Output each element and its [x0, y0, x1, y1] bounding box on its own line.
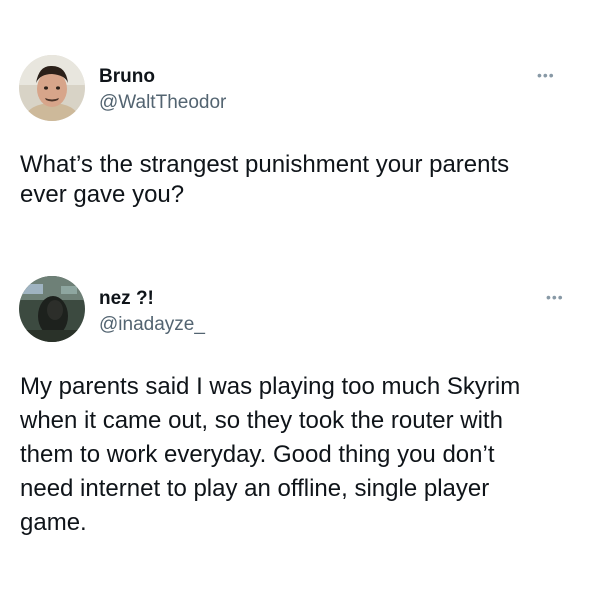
ellipsis-icon[interactable]: •••: [537, 68, 555, 82]
tweet-original: Bruno @WaltTheodor ••• What’s the strang…: [0, 0, 599, 230]
display-name[interactable]: Bruno: [99, 66, 155, 88]
avatar[interactable]: [19, 276, 85, 342]
tweet-text: What’s the strangest punishment your par…: [20, 151, 510, 208]
avatar[interactable]: [19, 55, 85, 121]
user-photo-icon: [19, 55, 85, 121]
user-handle[interactable]: @WaltTheodor: [99, 92, 226, 114]
ellipsis-icon[interactable]: •••: [546, 290, 564, 304]
user-photo-icon: [19, 276, 85, 342]
tweet-text: My parents said I was playing too much S…: [20, 373, 521, 536]
user-handle[interactable]: @inadayze_: [99, 314, 205, 336]
display-name[interactable]: nez ?!: [99, 288, 154, 310]
tweet-reply: nez ?! @inadayze_ ••• My parents said I …: [0, 230, 599, 599]
